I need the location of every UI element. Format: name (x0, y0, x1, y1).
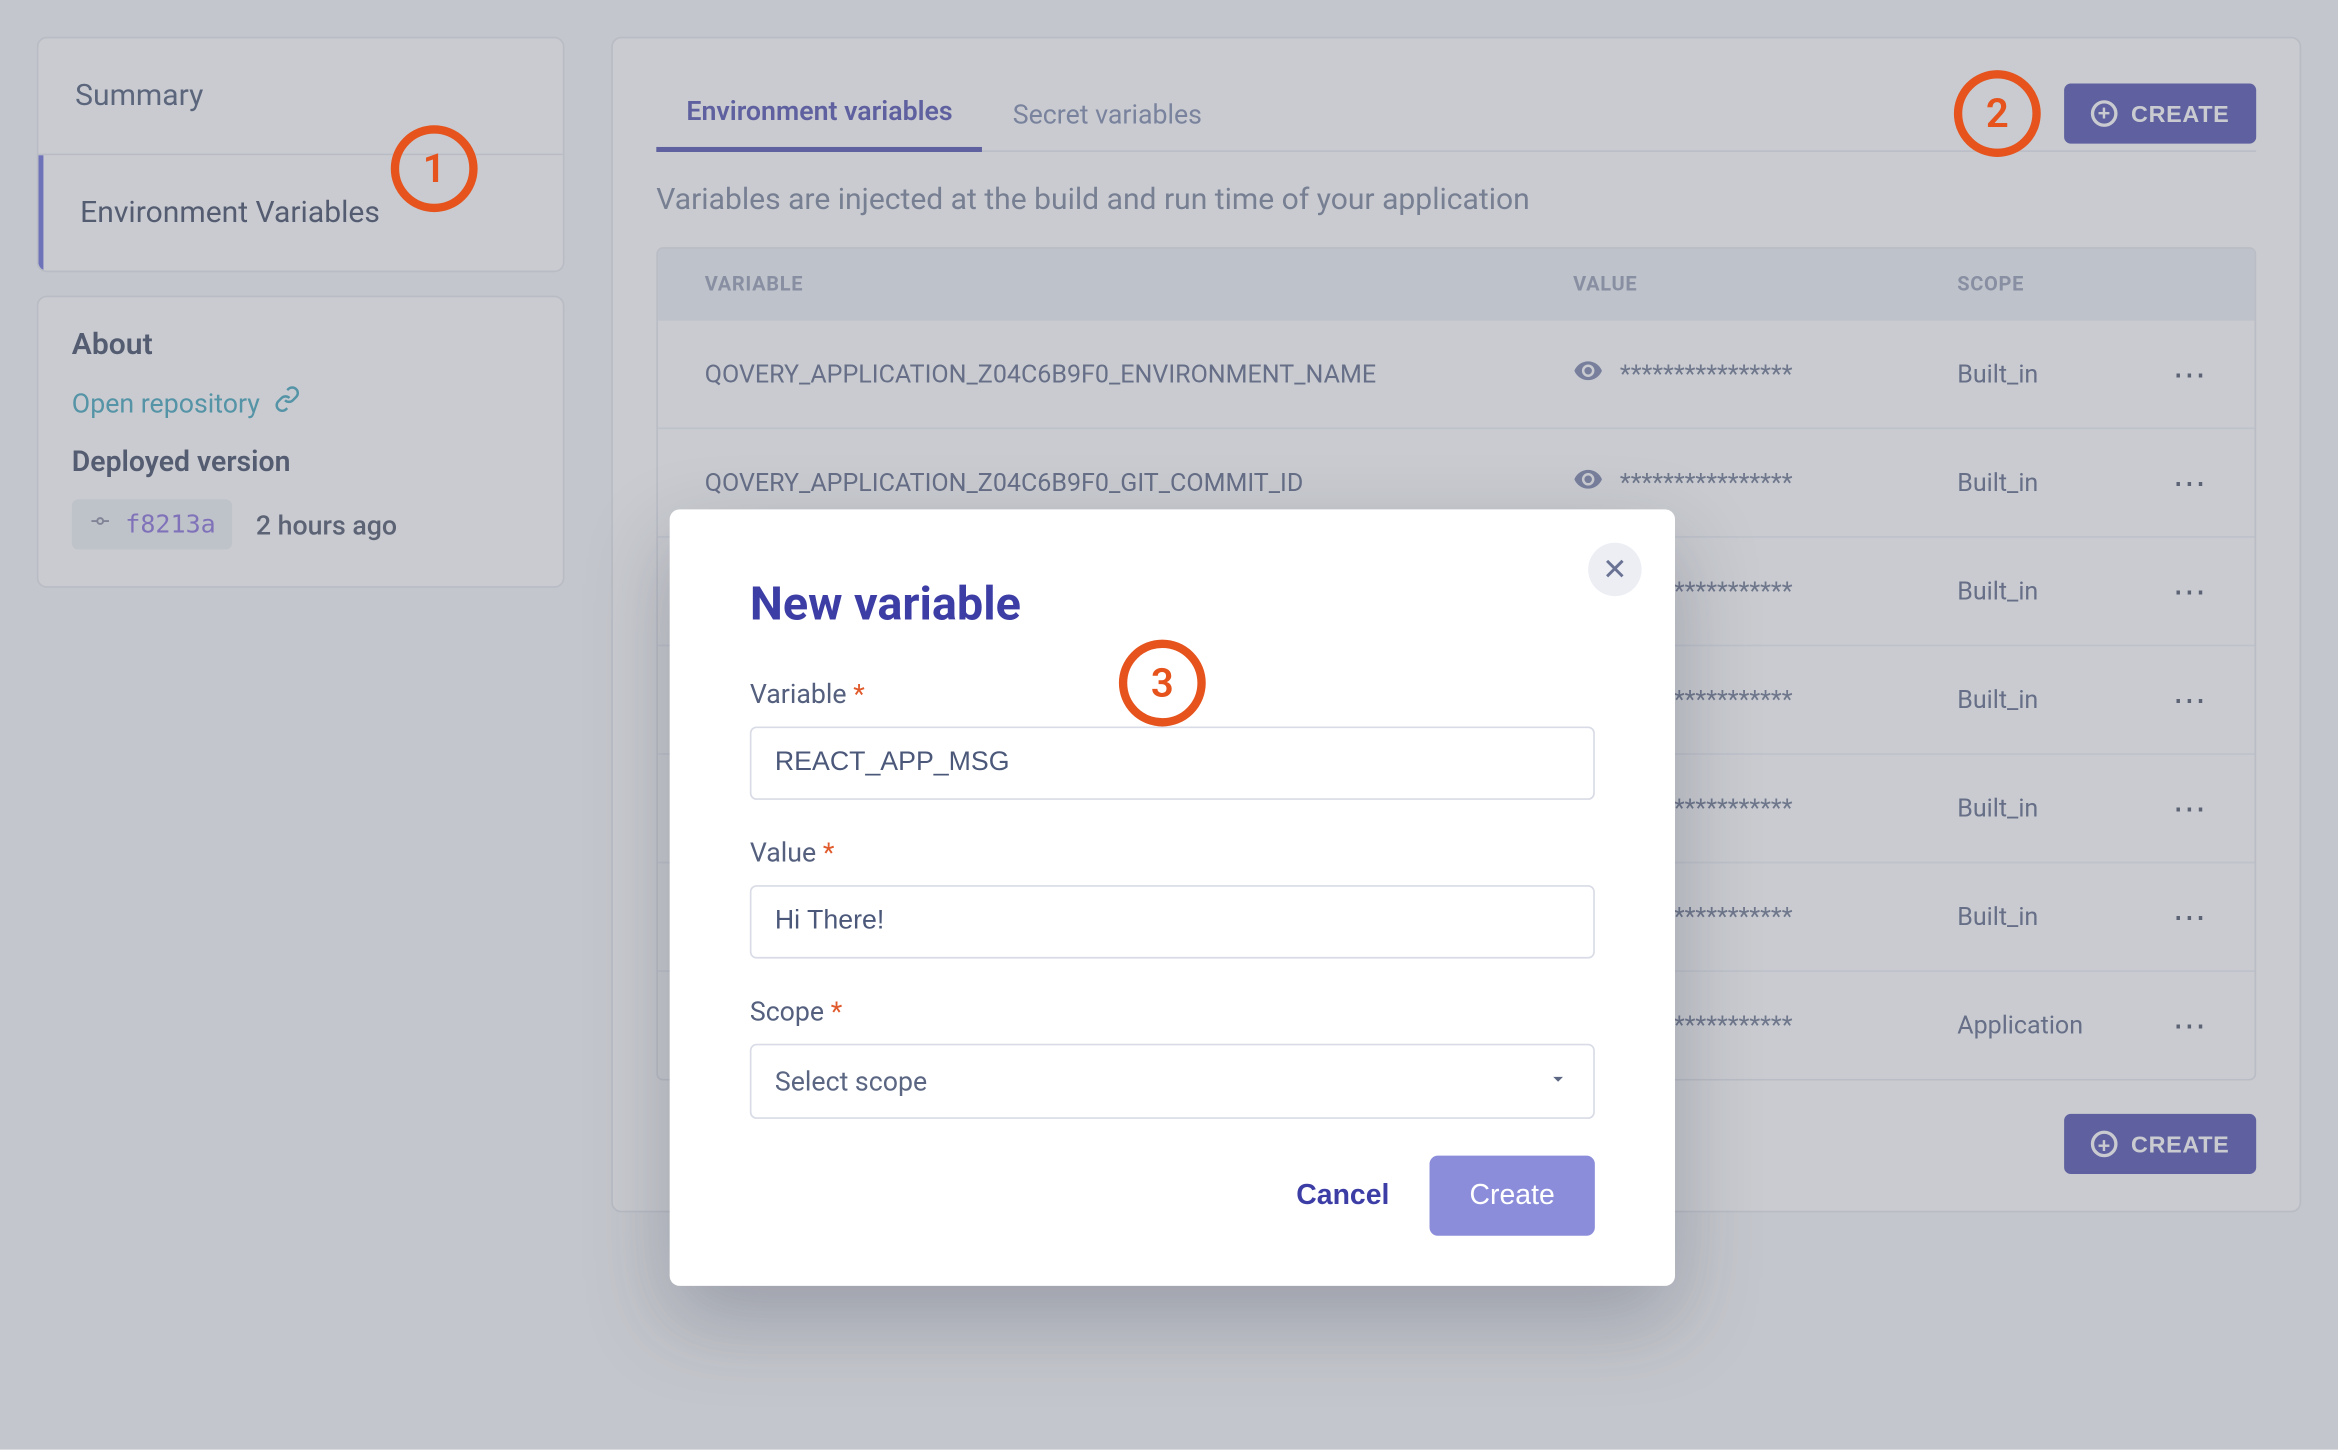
new-variable-modal: ✕ New variable Variable* Value* Scope* S… (670, 509, 1675, 1286)
value-field-label: Value* (750, 837, 1595, 869)
chevron-down-icon (1546, 1065, 1569, 1097)
variable-value-input[interactable] (750, 885, 1595, 958)
scope-select[interactable]: Select scope (750, 1044, 1595, 1119)
create-submit-button[interactable]: Create (1429, 1156, 1594, 1236)
modal-actions: Cancel Create (750, 1156, 1595, 1236)
scope-field-label: Scope* (750, 995, 1595, 1027)
annotation-3: 3 (1119, 640, 1206, 727)
annotation-1: 1 (391, 125, 478, 212)
close-button[interactable]: ✕ (1588, 543, 1641, 596)
close-icon: ✕ (1602, 552, 1627, 587)
variable-name-input[interactable] (750, 726, 1595, 799)
scope-select-placeholder: Select scope (775, 1065, 927, 1097)
annotation-2: 2 (1954, 70, 2041, 157)
modal-title: New variable (750, 576, 1595, 631)
cancel-button[interactable]: Cancel (1296, 1179, 1389, 1212)
